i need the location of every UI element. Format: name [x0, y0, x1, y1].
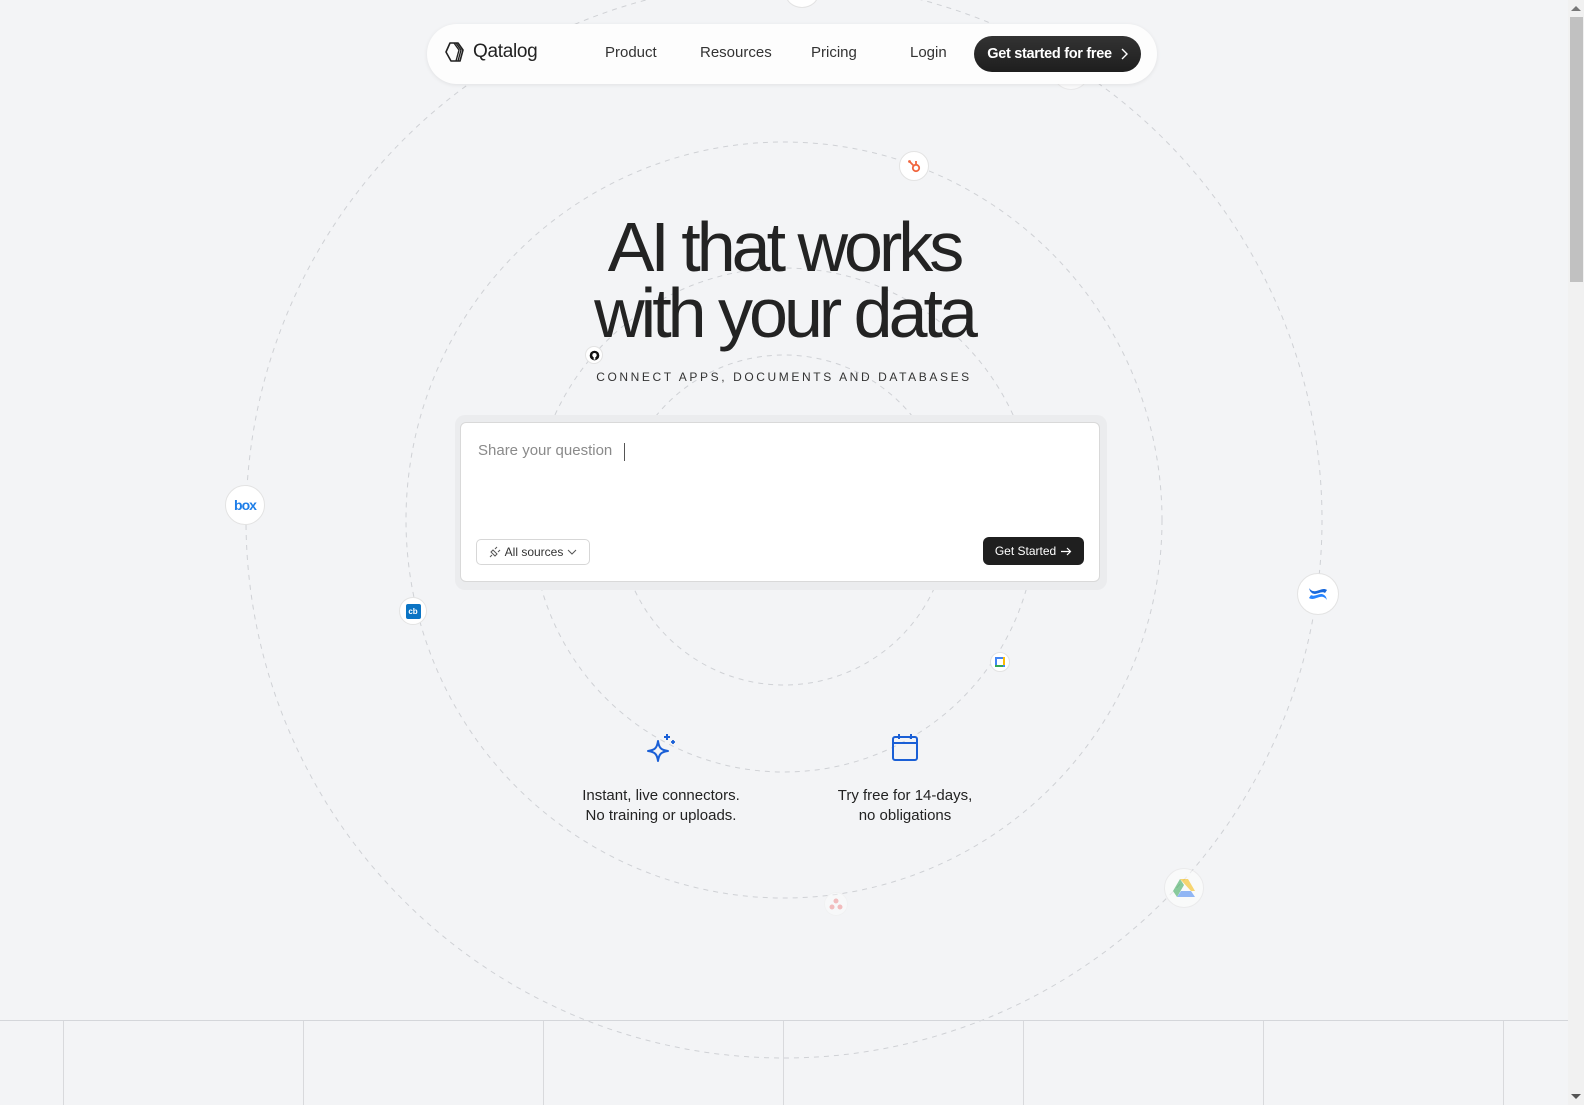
chevron-down-icon [567, 549, 577, 555]
box-icon: box [234, 497, 257, 513]
logo-grid-section [0, 1020, 1568, 1105]
nav-link-product[interactable]: Product [605, 44, 657, 61]
get-started-free-label: Get started for free [987, 46, 1112, 62]
vertical-scrollbar[interactable] [1568, 0, 1584, 1105]
hubspot-icon [908, 160, 921, 173]
grid-column [303, 1021, 304, 1105]
scrollbar-thumb[interactable] [1570, 17, 1583, 282]
feature-connectors-line2: No training or uploads. [585, 807, 737, 824]
hero-title: AI that works with your data [0, 212, 1568, 348]
confluence-node [1297, 573, 1339, 615]
google-calendar-node [990, 652, 1010, 672]
calendar-icon [892, 734, 918, 761]
landing-page: box cb Qatalog Product Resources Pricing… [0, 0, 1568, 1105]
nav-link-pricing[interactable]: Pricing [811, 44, 857, 61]
feature-connectors: Instant, live connectors. No training or… [551, 732, 771, 826]
feature-free-trial: Try free for 14-days, no obligations [795, 732, 1015, 826]
crunchbase-node: cb [399, 597, 427, 625]
google-calendar-icon [995, 657, 1005, 667]
crunchbase-icon: cb [405, 603, 421, 619]
question-box-wrapper: All sources Get Started [455, 415, 1107, 590]
hubspot-node [899, 151, 929, 181]
sparkles-icon [647, 734, 675, 762]
scroll-down-arrow-icon[interactable] [1571, 1094, 1581, 1099]
qatalog-logo-icon [445, 42, 464, 62]
question-box: All sources Get Started [460, 422, 1100, 582]
brand-logo[interactable]: Qatalog [443, 40, 538, 64]
all-sources-label: All sources [504, 545, 564, 559]
box-node: box [225, 485, 265, 525]
navbar: Qatalog Product Resources Pricing Login … [427, 24, 1157, 84]
google-drive-node [1164, 868, 1204, 908]
google-drive-icon [1173, 879, 1195, 897]
grid-column [63, 1021, 64, 1105]
all-sources-dropdown[interactable]: All sources [476, 539, 590, 565]
hero-title-line2: with your data [594, 274, 978, 352]
hero-subtitle: CONNECT APPS, DOCUMENTS AND DATABASES [596, 370, 972, 384]
nav-link-login[interactable]: Login [910, 44, 947, 61]
get-started-button[interactable]: Get Started [983, 537, 1084, 565]
grid-column [1503, 1021, 1504, 1105]
scroll-up-arrow-icon[interactable] [1571, 6, 1581, 11]
chevron-right-icon [1121, 48, 1128, 60]
text-caret [624, 443, 625, 461]
arrow-right-icon [1061, 547, 1072, 555]
feature-free-trial-line1: Try free for 14-days, [837, 787, 973, 804]
asana-node [824, 892, 848, 916]
confluence-icon [1309, 588, 1327, 600]
plug-icon [489, 546, 501, 558]
feature-free-trial-line2: no obligations [858, 807, 952, 824]
get-started-free-button[interactable]: Get started for free [974, 36, 1141, 72]
question-input[interactable] [476, 441, 1080, 460]
asana-icon [829, 898, 843, 910]
grid-column [1023, 1021, 1024, 1105]
get-started-label: Get Started [994, 544, 1057, 558]
nav-link-resources[interactable]: Resources [700, 44, 772, 61]
feature-connectors-line1: Instant, live connectors. [582, 787, 740, 804]
brand-name: Qatalog [473, 41, 538, 62]
grid-column [783, 1021, 784, 1105]
grid-column [543, 1021, 544, 1105]
grid-column [1263, 1021, 1264, 1105]
